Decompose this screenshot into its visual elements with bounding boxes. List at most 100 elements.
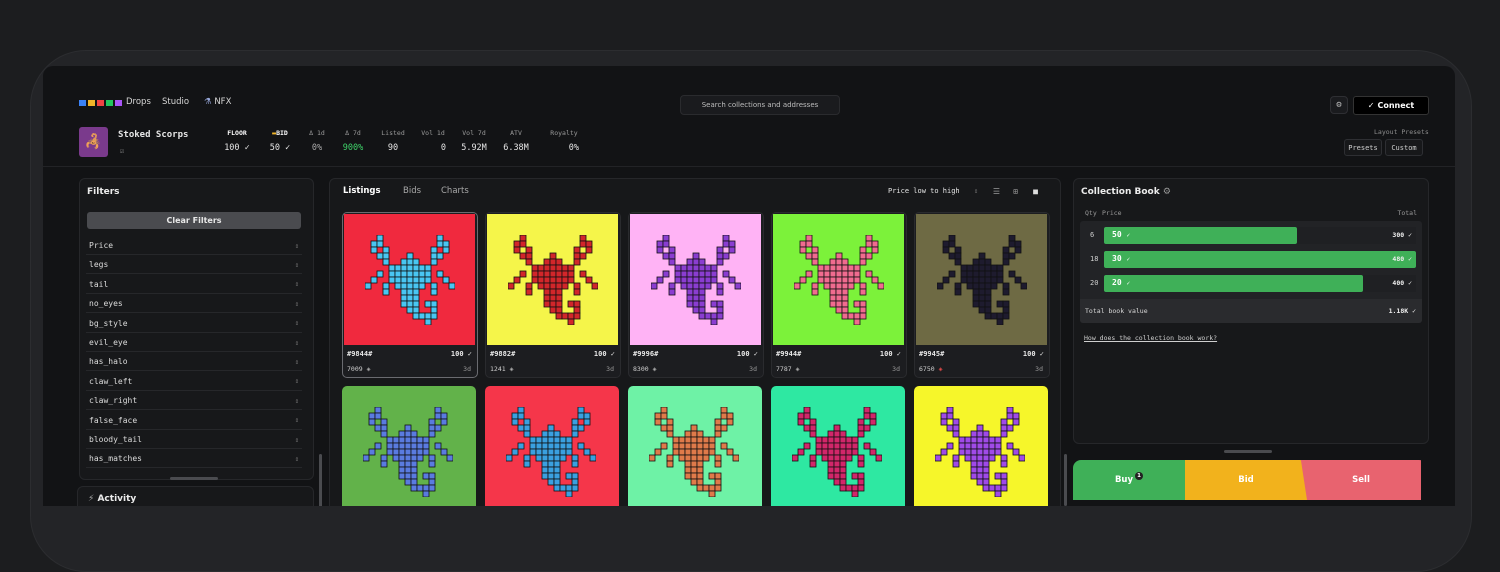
nft-age: 3d [1035,365,1043,373]
nft-card[interactable] [914,386,1048,506]
nft-id: #9844# [347,350,373,358]
nft-price: 100 ✓ [879,350,901,358]
chevron-updown-icon: ⇕ [294,416,299,425]
stat-delta-7d: Δ 7d 900% [339,129,367,153]
sort-select[interactable]: Price low to high ⇕ [888,187,978,195]
listings-vscroll[interactable] [1064,454,1067,506]
list-view-icon[interactable]: ☰ [991,186,1002,197]
nft-age: 3d [749,365,757,373]
book-qty: 18 [1090,255,1099,263]
book-price: 50 ✓ [1112,230,1131,239]
filter-label: claw_right [89,396,138,406]
book-row[interactable]: 20 20 ✓ 400 ✓ [1082,273,1420,295]
col-qty: Qty [1085,209,1097,217]
activity-panel: ⚡ Activity [77,486,314,506]
filter-row-evil-eye[interactable]: evil_eye ⇕ [86,334,302,352]
nft-card[interactable]: #9944# 100 ✓ 7787 ◈ 3d [771,212,907,378]
tab-bids[interactable]: Bids [403,186,421,196]
listings-panel: Listings Bids Charts Price low to high ⇕… [329,178,1061,506]
nft-card[interactable]: #9882# 100 ✓ 1241 ◈ 3d [485,212,621,378]
nft-card[interactable] [485,386,619,506]
connect-button[interactable]: ✓ Connect [1353,96,1429,115]
header-divider [43,166,1455,167]
book-bar-fill [1104,275,1363,292]
buy-badge: 1 [1135,472,1144,480]
nft-price: 100 ✓ [1022,350,1044,358]
activity-title: ⚡ Activity [88,494,136,504]
filter-row-bloody-tail[interactable]: bloody_tail ⇕ [86,431,302,449]
stat-label: ▬BID [272,129,288,137]
settings-button[interactable]: ⚙ [1330,96,1348,114]
filter-row-Price[interactable]: Price ⇕ [86,237,302,255]
filter-label: legs [89,260,109,270]
clear-filters-button[interactable]: Clear Filters [87,212,301,229]
book-title-text: Collection Book [1081,187,1160,197]
chevron-updown-icon: ⇕ [294,241,299,250]
nft-card[interactable]: #9945# 100 ✓ 6750 ◈ 3d [914,212,1050,378]
filter-row-has-halo[interactable]: has_halo ⇕ [86,353,302,372]
activity-title-text: Activity [97,494,137,504]
collection-avatar: 🦂 [79,127,108,157]
custom-button[interactable]: Custom [1385,139,1423,156]
nav-studio[interactable]: Studio [162,97,189,107]
book-row[interactable]: 18 30 ✓ 480 ✓ [1082,249,1420,271]
rank-icon: ◈ [795,365,800,373]
filter-row-has-matches[interactable]: has_matches ⇕ [86,450,302,469]
filter-label: false_face [89,415,138,425]
activity-icon: ⚡ [88,494,95,504]
nav-nfx[interactable]: ⚗ NFX [204,97,231,107]
chevron-updown-icon: ⇕ [294,435,299,444]
filter-row-claw-right[interactable]: claw_right ⇕ [86,392,302,411]
grid-view-icon[interactable]: ⊞ [1010,186,1021,197]
book-bar-fill [1104,227,1298,244]
rank-icon: ◈ [366,365,371,373]
filter-row-tail[interactable]: tail ⇕ [86,276,302,294]
nft-image [914,386,1048,506]
stat-value: 900% [342,143,364,153]
gear-icon[interactable]: ⚙ [1163,187,1171,197]
stat-value: 100 ✓ [224,143,250,153]
nft-card[interactable] [771,386,905,506]
stat-listed: Listed 90 [378,129,408,153]
chevron-updown-icon: ⇕ [294,280,299,289]
nft-image [916,214,1047,345]
buy-button[interactable]: Buy 1 [1073,460,1185,500]
filter-row-legs[interactable]: legs ⇕ [86,256,302,275]
nft-image [630,214,761,345]
chevron-updown-icon: ⇕ [294,338,299,347]
bid-button[interactable]: Bid [1185,460,1307,500]
nft-image [771,386,905,506]
tab-charts[interactable]: Charts [441,186,469,196]
filter-row-false-face[interactable]: false_face ⇕ [86,412,302,430]
check-icon: ✓ [1367,101,1375,110]
sell-button[interactable]: Sell [1301,460,1421,500]
nft-card[interactable] [628,386,762,506]
tab-listings[interactable]: Listings [343,186,381,196]
large-grid-view-icon[interactable]: ■ [1030,186,1041,197]
stat-label: FLOOR [227,129,247,137]
nft-card[interactable] [342,386,476,506]
nft-age: 3d [892,365,900,373]
filters-scrollbar[interactable] [170,477,218,480]
search-input[interactable]: Search collections and addresses [680,95,840,115]
app-logo[interactable] [79,100,122,106]
rank-icon: ◈ [652,365,657,373]
stat-label: Listed [381,129,405,137]
stat-atv: ATV 6.38M [499,129,533,153]
collection-book-panel: Collection Book ⚙ Qty Price Total 6 50 ✓ 3… [1073,178,1429,444]
filter-row-no-eyes[interactable]: no_eyes ⇕ [86,295,302,314]
book-qty: 20 [1090,279,1099,287]
filters-vscroll[interactable] [319,454,322,506]
stat-label: Royalty [550,129,578,137]
stat-floor: FLOOR 100 ✓ [218,129,256,153]
book-scrollbar[interactable] [1224,450,1272,453]
nft-card[interactable]: #9844# 100 ✓ 7009 ◈ 3d [342,212,478,378]
book-help-link[interactable]: How does the collection book work? [1084,334,1217,342]
presets-button[interactable]: Presets [1344,139,1382,156]
filter-row-bg-style[interactable]: bg_style ⇕ [86,315,302,333]
collection-name: Stoked Scorps [118,130,189,140]
nft-card[interactable]: #9996# 100 ✓ 8300 ◈ 3d [628,212,764,378]
book-row[interactable]: 6 50 ✓ 300 ✓ [1082,225,1420,247]
filter-row-claw-left[interactable]: claw_left ⇕ [86,373,302,391]
nav-drops[interactable]: Drops [126,97,151,107]
